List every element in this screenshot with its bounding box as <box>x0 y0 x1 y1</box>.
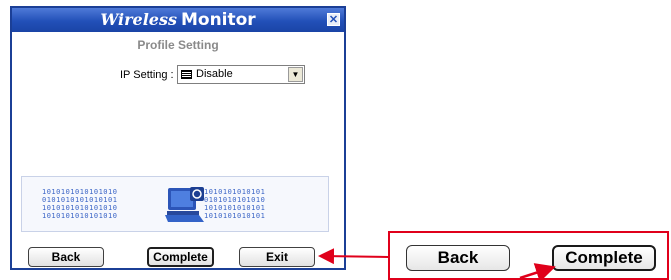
page-title: Profile Setting <box>137 38 219 52</box>
binary-banner: 1010101010101010 0101010101010101 101010… <box>21 176 329 232</box>
chevron-down-icon[interactable]: ▼ <box>288 67 303 82</box>
exit-button[interactable]: Exit <box>239 247 315 267</box>
ip-setting-select[interactable]: Disable ▼ <box>177 65 305 84</box>
ip-setting-value: Disable <box>196 68 233 80</box>
callout-complete-button[interactable]: Complete <box>552 245 656 271</box>
title-app-name: Monitor <box>180 10 256 30</box>
zoom-callout: Back Complete <box>388 231 669 280</box>
binary-line: 0101010101010101 <box>42 196 118 204</box>
wireless-monitor-window: Wireless Monitor ✕ Profile Setting IP Set… <box>10 6 346 270</box>
title-brand: Wireless <box>100 10 177 29</box>
binary-line: 1010101010101 <box>204 212 266 220</box>
binary-text-right: 1010101010101 0101010101010 101010101010… <box>204 188 265 220</box>
laptop-icon <box>165 187 204 222</box>
binary-line: 1010101010101 <box>204 188 266 196</box>
binary-line: 1010101010101010 <box>42 188 118 196</box>
title-bar: Wireless Monitor ✕ <box>12 8 344 32</box>
binary-line: 1010101010101010 <box>42 204 118 212</box>
binary-line: 1010101010101010 <box>42 212 118 220</box>
complete-button[interactable]: Complete <box>147 247 214 267</box>
close-icon[interactable]: ✕ <box>327 13 340 26</box>
network-icon <box>181 70 192 79</box>
binary-line: 1010101010101 <box>204 204 266 212</box>
callout-back-button[interactable]: Back <box>406 245 510 271</box>
binary-text-left: 1010101010101010 0101010101010101 101010… <box>42 188 117 220</box>
back-button[interactable]: Back <box>28 247 104 267</box>
ip-setting-label: IP Setting : <box>120 69 174 81</box>
binary-line: 0101010101010 <box>204 196 266 204</box>
